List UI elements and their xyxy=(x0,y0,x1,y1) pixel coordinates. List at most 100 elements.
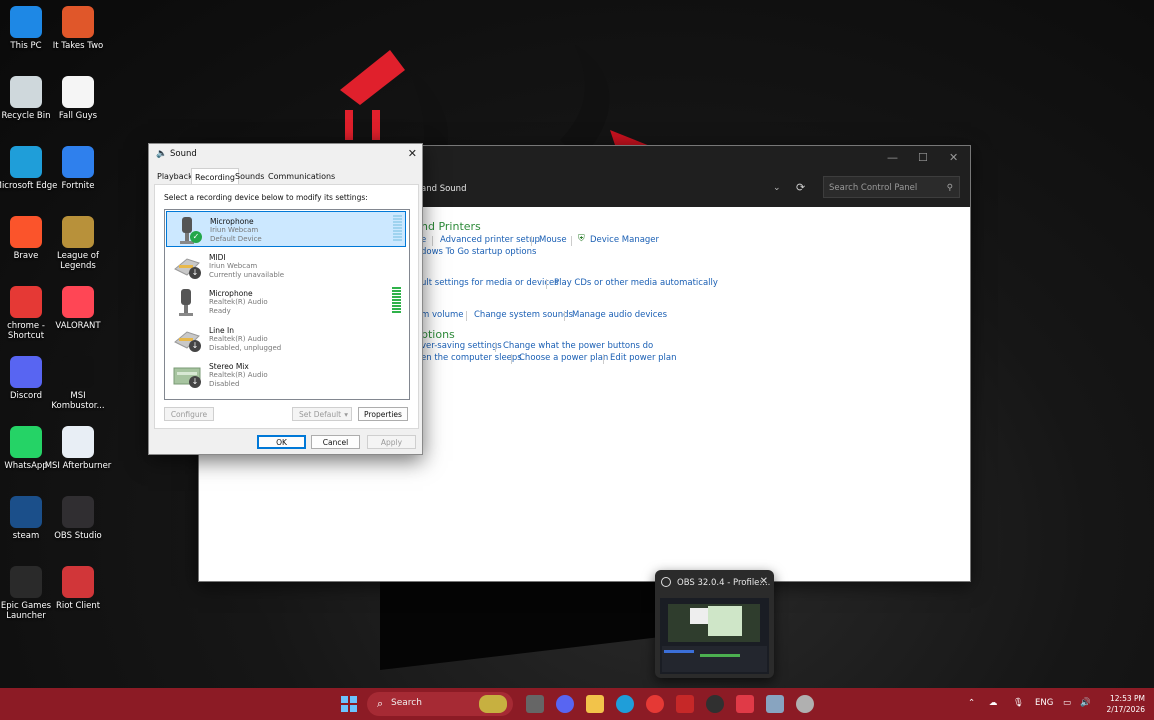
power-options-heading[interactable]: ptions xyxy=(421,328,455,341)
recording-device-row[interactable]: ↓ MIDI Iriun Webcam Currently unavailable xyxy=(166,248,406,284)
recycle-bin-icon xyxy=(10,76,42,108)
devices-printers-heading[interactable]: nd Printers xyxy=(421,220,481,233)
cloud-icon[interactable]: ☁ xyxy=(989,698,998,708)
autoplay-defaults-link[interactable]: ult settings for media or devices xyxy=(421,278,559,288)
chevron-down-icon[interactable]: ▾ xyxy=(344,408,348,422)
network-icon[interactable]: ▭ xyxy=(1063,698,1071,708)
search-icon: ⌕ xyxy=(377,697,384,710)
recording-device-row[interactable]: Microphone Realtek(R) Audio Ready xyxy=(166,284,406,320)
tab-sounds[interactable]: Sounds xyxy=(232,170,267,184)
search-input[interactable]: Search Control Panel ⚲ xyxy=(823,176,960,198)
language-indicator[interactable]: ENG xyxy=(1035,698,1053,708)
volume-icon[interactable]: 🔊 xyxy=(1080,698,1091,708)
desktop-icon[interactable]: Riot Client xyxy=(43,566,113,611)
desktop-icon-label: VALORANT xyxy=(55,321,101,331)
taskbar-search[interactable]: ⌕ Search xyxy=(367,692,513,716)
file-explorer-icon[interactable] xyxy=(586,695,604,713)
desktop-icon-label: Fall Guys xyxy=(58,111,98,121)
desktop-icon[interactable]: VALORANT xyxy=(43,286,113,331)
desktop-icon[interactable]: League of Legends xyxy=(43,216,113,271)
power-saving-link[interactable]: ver-saving settings xyxy=(421,341,502,351)
close-icon[interactable]: ✕ xyxy=(760,576,768,587)
stereo-mix-device-icon: ↓ xyxy=(173,360,201,390)
valorant-icon xyxy=(62,286,94,318)
time: 12:53 PM xyxy=(1110,694,1145,703)
recording-device-list[interactable]: ✓ Microphone Iriun Webcam Default Device ↓ MI… xyxy=(164,209,410,400)
tab-communications[interactable]: Communications xyxy=(265,170,338,184)
close-icon[interactable]: ✕ xyxy=(408,147,417,160)
search-highlight-icon xyxy=(479,695,507,713)
close-icon[interactable]: ✕ xyxy=(949,151,958,164)
riot-taskbar-icon[interactable] xyxy=(676,695,694,713)
desktop-icon[interactable]: MSI Afterburner xyxy=(43,426,113,471)
properties-button[interactable]: Properties xyxy=(358,407,408,421)
task-view-icon[interactable] xyxy=(526,695,544,713)
refresh-icon[interactable]: ⟳ xyxy=(796,181,805,194)
windows-icon xyxy=(341,696,357,712)
arrow-down-icon: ↓ xyxy=(189,339,201,352)
obs-preview-thumbnail[interactable] xyxy=(660,598,769,674)
divider xyxy=(531,236,532,246)
manage-audio-devices-link[interactable]: Manage audio devices xyxy=(572,310,667,320)
desktop-icon-label: MSI Kombustor... xyxy=(51,391,105,411)
recording-device-row[interactable]: ✓ Microphone Iriun Webcam Default Device xyxy=(166,211,406,247)
recording-device-row[interactable]: ↓ Line In Realtek(R) Audio Disabled, unplug… xyxy=(166,321,406,357)
steam-icon xyxy=(10,496,42,528)
desktop-icon-label: It Takes Two xyxy=(52,41,104,51)
date: 2/17/2026 xyxy=(1106,705,1145,714)
microphone-icon[interactable]: 🎙 xyxy=(1013,698,1024,708)
breadcrumb[interactable]: and Sound xyxy=(421,184,466,194)
configure-button[interactable]: Configure xyxy=(164,407,214,421)
taskbar: ⌕ Search ⌃ ☁ 🎙 ENG ▭ 🔊 12:53 PM 2/17/202… xyxy=(0,688,1154,720)
minimize-icon[interactable]: — xyxy=(887,151,898,164)
divider xyxy=(495,342,496,352)
advanced-printer-setup-link[interactable]: Advanced printer setup xyxy=(440,235,540,245)
recording-panel: Select a recording device below to modif… xyxy=(154,184,419,429)
start-button[interactable] xyxy=(340,695,358,713)
edge-taskbar-icon[interactable] xyxy=(616,695,634,713)
windows-to-go-link[interactable]: dows To Go startup options xyxy=(421,247,536,257)
choose-power-plan-link[interactable]: Choose a power plan xyxy=(519,353,608,363)
game-icon xyxy=(62,6,94,38)
obs-window-preview[interactable]: OBS 32.0.4 - Profile:... ✕ xyxy=(655,570,774,678)
chevron-down-icon[interactable]: ⌄ xyxy=(773,183,781,193)
desktop-icon[interactable]: MSI Kombustor... xyxy=(43,356,113,411)
computer-sleeps-link[interactable]: en the computer sleeps xyxy=(421,353,522,363)
device-status: Default Device xyxy=(210,235,262,243)
play-cds-link[interactable]: Play CDs or other media automatically xyxy=(554,278,718,288)
tab-playback[interactable]: Playback xyxy=(154,170,196,184)
obs-taskbar-icon[interactable] xyxy=(706,695,724,713)
desktop-icon[interactable]: Fall Guys xyxy=(43,76,113,121)
sound-dialog[interactable]: 🔈 Sound ✕ Playback Recording Sounds Comm… xyxy=(148,143,423,455)
instruction-text: Select a recording device below to modif… xyxy=(164,193,368,202)
microphone-device-icon xyxy=(173,287,201,317)
control-panel-taskbar-icon[interactable] xyxy=(766,695,784,713)
desktop-icon[interactable]: It Takes Two xyxy=(43,6,113,51)
discord-taskbar-icon[interactable] xyxy=(556,695,574,713)
recording-device-row[interactable]: ↓ Stereo Mix Realtek(R) Audio Disabled xyxy=(166,357,406,393)
system-volume-link[interactable]: m volume xyxy=(421,310,463,320)
change-system-sounds-link[interactable]: Change system sounds xyxy=(474,310,573,320)
league-icon xyxy=(62,216,94,248)
set-default-button[interactable]: Set Default ▾ xyxy=(292,407,352,421)
chevron-up-icon[interactable]: ⌃ xyxy=(968,698,975,708)
apply-button[interactable]: Apply xyxy=(367,435,416,449)
valorant-taskbar-icon[interactable] xyxy=(736,695,754,713)
divider xyxy=(571,236,572,246)
cancel-button[interactable]: Cancel xyxy=(311,435,360,449)
arrow-down-icon: ↓ xyxy=(189,376,201,388)
ok-button[interactable]: OK xyxy=(257,435,306,449)
desktop-icon[interactable]: Fortnite xyxy=(43,146,113,191)
desktop-icon[interactable]: OBS Studio xyxy=(43,496,113,541)
device-manager-link[interactable]: Device Manager xyxy=(590,235,659,245)
mouse-link[interactable]: Mouse xyxy=(539,235,567,245)
power-buttons-link[interactable]: Change what the power buttons do xyxy=(503,341,653,351)
sound-dialog-titlebar[interactable]: 🔈 Sound ✕ xyxy=(149,144,422,166)
chrome-taskbar-icon[interactable] xyxy=(646,695,664,713)
edit-power-plan-link[interactable]: Edit power plan xyxy=(610,353,677,363)
dialog-title: Sound xyxy=(170,149,197,159)
sound-taskbar-icon[interactable] xyxy=(796,695,814,713)
clock[interactable]: 12:53 PM 2/17/2026 xyxy=(1099,693,1145,715)
device-driver: Realtek(R) Audio xyxy=(209,298,268,306)
maximize-icon[interactable]: ☐ xyxy=(918,151,928,164)
